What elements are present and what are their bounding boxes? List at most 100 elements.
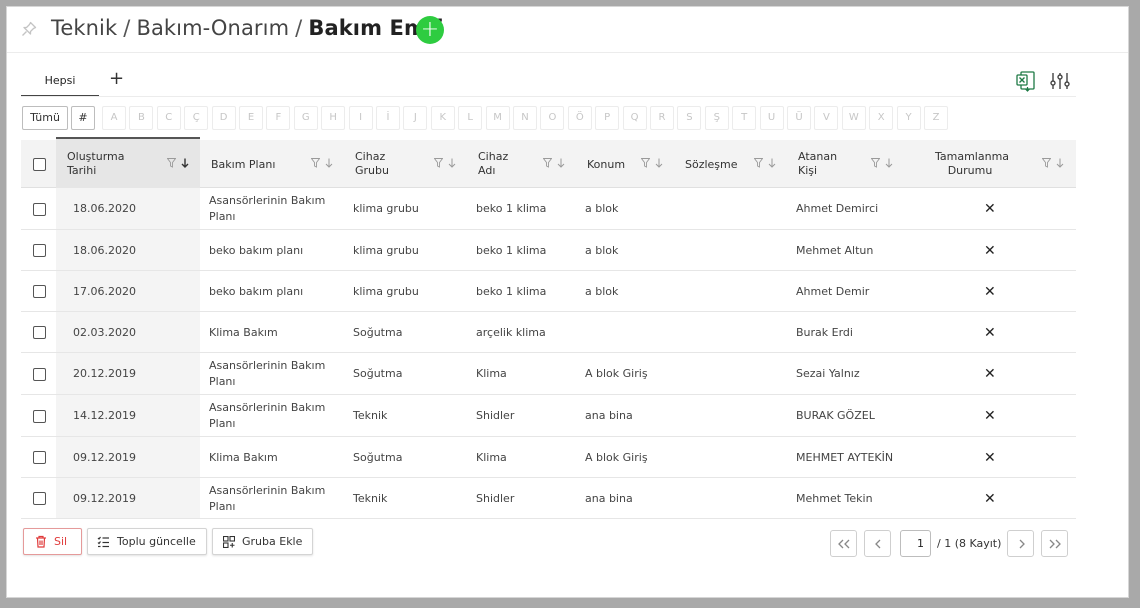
bulk-update-button[interactable]: Toplu güncelle <box>87 528 207 555</box>
column-header-assigned[interactable]: Atanan Kişi <box>798 150 837 178</box>
table-row[interactable]: 09.12.2019 Asansörlerinin Bakım Planı Tekn… <box>21 478 1076 519</box>
row-checkbox[interactable] <box>33 409 46 423</box>
filter-letter-button[interactable]: P <box>595 106 620 130</box>
filter-letter-button[interactable]: T <box>732 106 757 130</box>
cell-maintenance-plan: beko bakım planı <box>209 243 304 257</box>
column-header-location[interactable]: Konum <box>587 158 625 172</box>
page-summary: / 1 (8 Kayıt) <box>937 537 1002 550</box>
table-row[interactable]: 02.03.2020 Klima Bakım Soğutma arçelik klim… <box>21 312 1076 353</box>
filter-icon[interactable] <box>167 158 181 169</box>
previous-page-button[interactable] <box>864 530 891 557</box>
first-page-button[interactable] <box>830 530 857 557</box>
cell-maintenance-plan: Asansörlerinin Bakım Planı <box>209 194 326 223</box>
filter-letter-button[interactable]: D <box>211 106 236 130</box>
next-page-button[interactable] <box>1007 530 1034 557</box>
sort-arrow-down-icon[interactable] <box>655 158 663 169</box>
filter-letter-button[interactable]: Y <box>896 106 921 130</box>
filter-letter-button[interactable]: F <box>266 106 291 130</box>
filter-icon[interactable] <box>543 158 557 169</box>
filter-letter-button[interactable]: G <box>293 106 318 130</box>
cell-assigned-person: Mehmet Altun <box>796 243 874 257</box>
row-checkbox[interactable] <box>33 202 46 216</box>
delete-button[interactable]: Sil <box>23 528 82 555</box>
filter-letter-button[interactable]: N <box>513 106 537 130</box>
column-header-device-name[interactable]: Cihaz Adı <box>478 150 508 178</box>
cell-location: a blok <box>585 202 619 215</box>
row-checkbox[interactable] <box>33 285 46 298</box>
row-checkbox[interactable] <box>33 451 46 464</box>
sort-arrow-down-icon[interactable] <box>557 158 565 169</box>
column-header-completion[interactable]: Tamamlanma Durumu <box>935 150 1009 178</box>
breadcrumb-item-teknik[interactable]: Teknik <box>51 16 117 40</box>
sliders-icon[interactable] <box>1049 70 1071 92</box>
filter-icon[interactable] <box>754 158 768 169</box>
excel-export-icon[interactable] <box>1015 70 1037 92</box>
table-row[interactable]: 20.12.2019 Asansörlerinin Bakım Planı Soğu… <box>21 353 1076 395</box>
filter-letter-button[interactable]: Ç <box>184 106 209 130</box>
sort-arrow-down-icon[interactable] <box>325 158 333 169</box>
sort-arrow-down-icon[interactable] <box>1056 158 1064 169</box>
filter-letter-button[interactable]: K <box>430 106 455 130</box>
column-header-contract[interactable]: Sözleşme <box>685 158 738 172</box>
filter-all-button[interactable]: Tümü <box>22 106 68 130</box>
filter-letter-button[interactable]: J <box>403 106 428 130</box>
filter-letter-button[interactable]: U <box>759 106 784 130</box>
filter-letter-button[interactable]: Ü <box>787 106 811 130</box>
filter-icon[interactable] <box>1042 158 1056 169</box>
filter-letter-button[interactable]: M <box>485 106 510 130</box>
filter-letter-button[interactable]: Ş <box>704 106 729 130</box>
row-checkbox[interactable] <box>33 367 46 381</box>
cell-location: A blok Giriş <box>585 367 648 380</box>
filter-icon[interactable] <box>434 158 448 169</box>
filter-letter-button[interactable]: B <box>129 106 154 130</box>
sort-arrow-down-icon[interactable] <box>768 158 776 169</box>
sort-arrow-down-icon[interactable] <box>885 158 893 169</box>
table-row[interactable]: 09.12.2019 Klima Bakım Soğutma Klima A blok … <box>21 437 1076 478</box>
row-checkbox[interactable] <box>33 244 46 257</box>
filter-letter-button[interactable]: R <box>650 106 674 130</box>
table-row[interactable]: 18.06.2020 beko bakım planı klima grubu bek… <box>21 230 1076 271</box>
last-page-button[interactable] <box>1041 530 1068 557</box>
sort-arrow-down-icon[interactable] <box>448 158 456 169</box>
filter-letter-button[interactable]: Z <box>924 106 948 130</box>
row-checkbox[interactable] <box>33 326 46 339</box>
tab-hepsi[interactable]: Hepsi <box>21 71 99 97</box>
filter-letter-button[interactable]: H <box>321 106 346 130</box>
filter-letter-button[interactable]: L <box>458 106 483 130</box>
filter-hash-button[interactable]: # <box>71 106 95 130</box>
column-header-device-group[interactable]: Cihaz Grubu <box>355 150 389 178</box>
row-checkbox[interactable] <box>33 492 46 505</box>
filter-letter-button[interactable]: Q <box>622 106 647 130</box>
filter-letter-button[interactable]: C <box>156 106 181 130</box>
page-number-input[interactable]: 1 <box>900 530 931 557</box>
cell-created-date: 17.06.2020 <box>73 284 136 298</box>
filter-letter-button[interactable]: Ö <box>567 106 592 130</box>
select-all-checkbox[interactable] <box>33 158 46 171</box>
filter-letter-button[interactable]: X <box>869 106 894 130</box>
column-header-label: Cihaz <box>355 150 386 163</box>
filter-letter-button[interactable]: V <box>814 106 839 130</box>
checklist-icon <box>97 536 109 548</box>
filter-letter-button[interactable]: İ <box>376 106 400 130</box>
sort-arrow-down-icon[interactable] <box>181 158 189 169</box>
filter-icon[interactable] <box>311 158 325 169</box>
filter-icon[interactable] <box>871 158 885 169</box>
add-tab-button[interactable]: + <box>109 68 124 89</box>
filter-letter-button[interactable]: E <box>239 106 263 130</box>
pin-icon[interactable] <box>21 21 37 37</box>
table-row[interactable]: 14.12.2019 Asansörlerinin Bakım Planı Tekn… <box>21 395 1076 437</box>
breadcrumb-item-bakim-onarim[interactable]: Bakım-Onarım <box>136 16 289 40</box>
filter-letter-button[interactable]: S <box>677 106 702 130</box>
column-header-created-date[interactable]: Oluşturma Tarihi <box>67 150 125 178</box>
filter-icon[interactable] <box>641 158 655 169</box>
table-row[interactable]: 17.06.2020 beko bakım planı klima grubu bek… <box>21 271 1076 312</box>
filter-letter-button[interactable]: I <box>348 106 373 130</box>
filter-letter-button[interactable]: A <box>102 106 126 130</box>
table-row[interactable]: 18.06.2020 Asansörlerinin Bakım Planı klim… <box>21 188 1076 230</box>
filter-letter-button[interactable]: O <box>540 106 565 130</box>
group-add-icon <box>223 536 235 548</box>
filter-letter-button[interactable]: W <box>841 106 866 130</box>
add-record-button[interactable]: + <box>416 16 444 44</box>
add-to-group-button[interactable]: Gruba Ekle <box>212 528 313 555</box>
column-header-plan[interactable]: Bakım Planı <box>211 158 275 172</box>
